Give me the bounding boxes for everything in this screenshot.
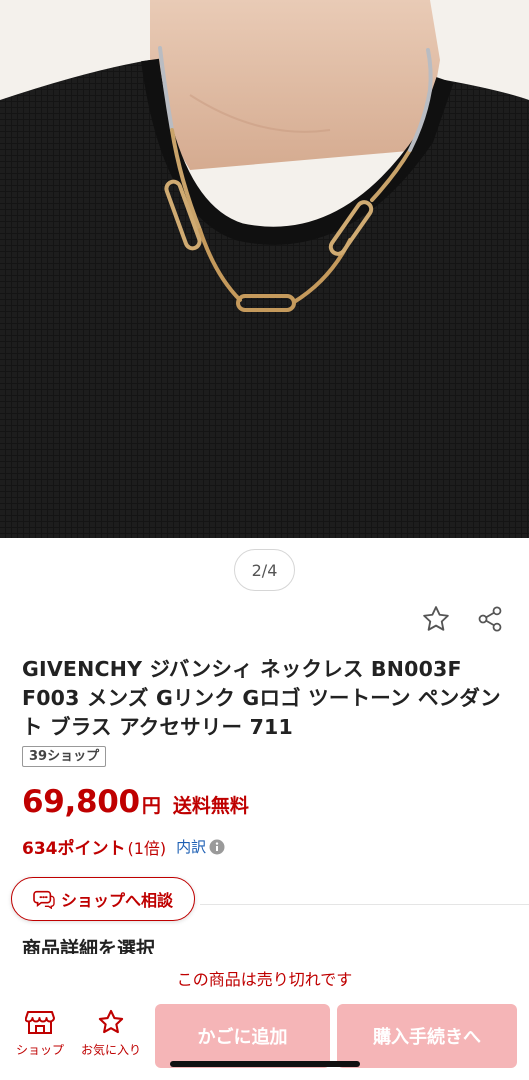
points-value: 634ポイント	[22, 839, 126, 859]
share-button[interactable]	[473, 602, 507, 636]
shop-tag-badge: 39ショップ	[22, 746, 107, 767]
info-icon[interactable]	[209, 839, 225, 855]
necklace-photo	[0, 0, 529, 538]
points-breakdown-link[interactable]: 内訳	[176, 836, 206, 857]
favorite-tab-label: お気に入り	[80, 1043, 141, 1057]
points-multiplier: (1倍)	[127, 838, 167, 858]
price-row: 69,800 円 送料無料	[22, 784, 249, 820]
price-value: 69,800	[22, 784, 140, 820]
select-details-heading: 商品詳細を選択	[22, 938, 156, 954]
product-title: GIVENCHY ジバンシィ ネックレス BN003F F003 メンズ Gリン…	[22, 657, 501, 739]
divider	[200, 904, 529, 905]
favorite-button[interactable]	[419, 602, 453, 636]
checkout-button[interactable]: 購入手続きへ	[337, 1004, 517, 1068]
store-icon	[25, 1011, 55, 1034]
product-image[interactable]	[0, 0, 529, 538]
add-to-cart-button[interactable]: かごに追加	[155, 1004, 330, 1068]
home-indicator[interactable]	[170, 1061, 360, 1067]
points-row: 634ポイント (1倍) 内訳	[22, 834, 225, 859]
shop-tab[interactable]: ショップ	[12, 1008, 68, 1058]
shop-tab-label: ショップ	[15, 1043, 64, 1057]
star-outline-icon	[423, 606, 449, 631]
consult-shop-button[interactable]: ショップへ相談	[11, 877, 195, 921]
free-shipping-label: 送料無料	[172, 795, 249, 817]
gallery-page-indicator: 2/4	[234, 549, 295, 591]
share-icon	[478, 606, 502, 632]
chat-bubble-icon	[33, 890, 55, 909]
bottom-action-bar: ショップ お気に入り かごに追加 購入手続きへ	[0, 1000, 529, 1080]
consult-shop-label: ショップへ相談	[60, 891, 173, 910]
favorite-tab[interactable]: お気に入り	[76, 1008, 146, 1058]
price-currency: 円	[141, 795, 161, 817]
star-outline-icon	[98, 1009, 124, 1034]
sold-out-notice: この商品は売り切れです	[0, 956, 529, 1000]
